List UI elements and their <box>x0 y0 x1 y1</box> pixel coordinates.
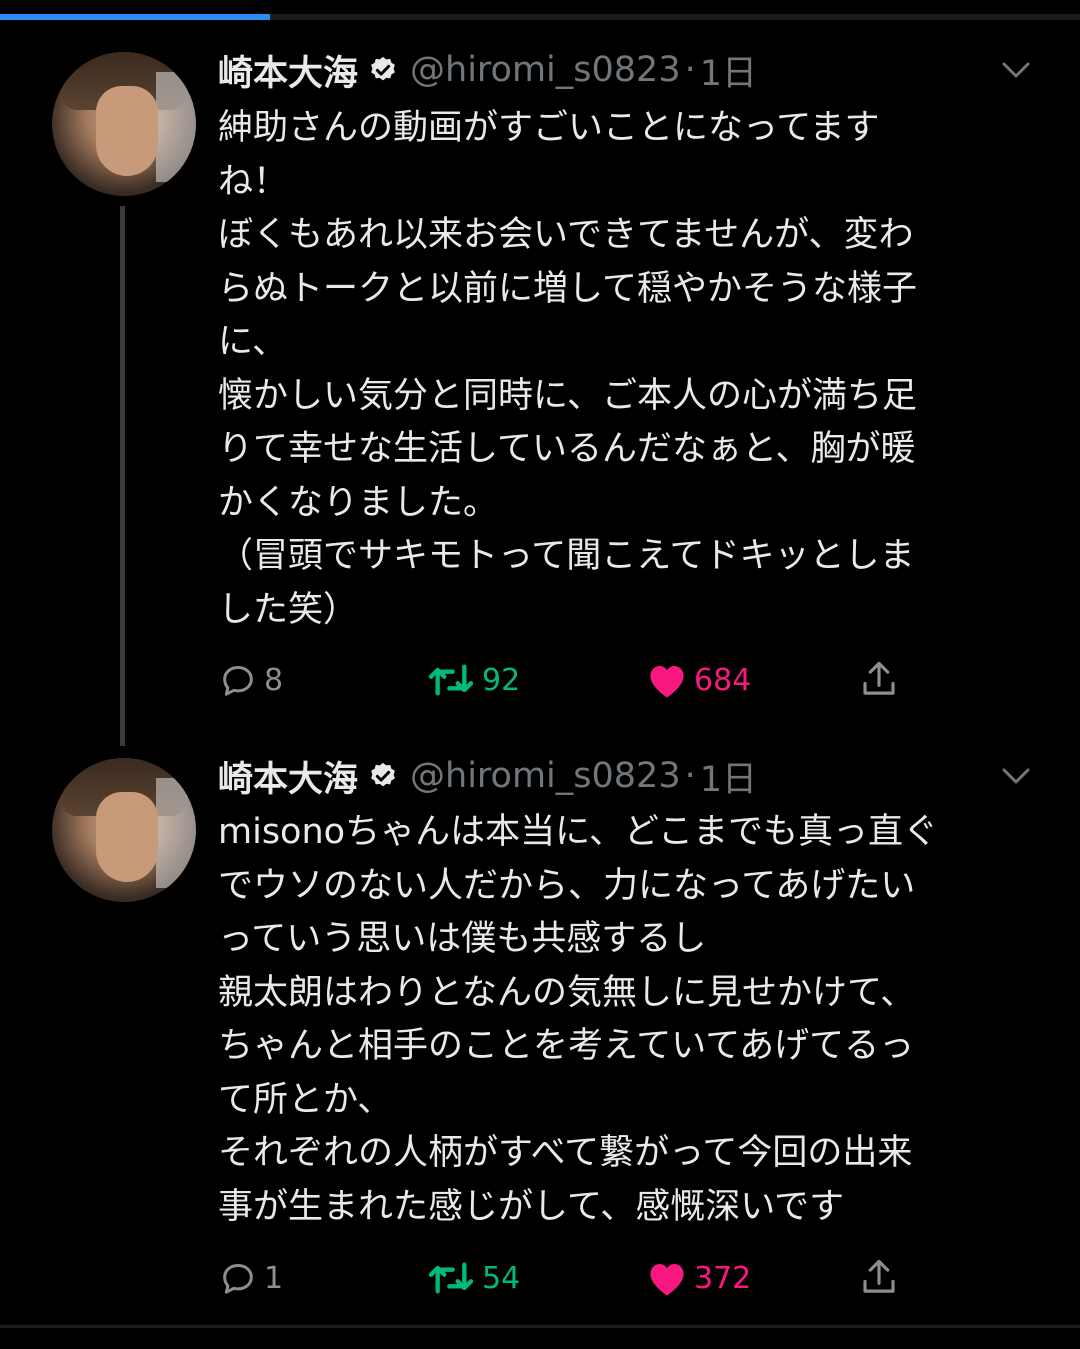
avatar[interactable] <box>52 52 196 196</box>
like-button[interactable]: 372 <box>646 1253 751 1303</box>
share-button[interactable] <box>858 655 900 705</box>
share-icon <box>863 1259 895 1293</box>
tweet-text-line: 親太朗はわりとなんの気無しに見せかけて、 <box>218 972 916 1013</box>
like-count: 372 <box>694 1260 752 1296</box>
separator-dot: · <box>684 50 696 90</box>
tweet-text-line: かくなりました。 <box>218 482 499 523</box>
tweet-actions: 1 54 372 <box>218 1253 918 1303</box>
tweet-text-line: っていう思いは僕も共感するし <box>218 919 707 959</box>
tweet-text-line: した笑） <box>218 589 359 630</box>
retweet-count: 54 <box>482 1260 521 1296</box>
chevron-down-icon[interactable] <box>1000 764 1032 788</box>
tweet-text-line: ぼくもあれ以来お会いできてませんが、変わ <box>218 215 914 255</box>
tweet-text: 紳助さんの動画がすごいことになってます ね！ ぼくもあれ以来お会いできてませんが… <box>218 102 1038 637</box>
reply-count: 8 <box>264 662 284 698</box>
tweet-text-line: でウソのない人だから、力になってあげたい <box>218 865 916 906</box>
tweet-text: misonoちゃんは本当に、どこまでも真っ直ぐ でウソのない人だから、力になって… <box>218 806 1038 1234</box>
tweet-text-line: りて幸せな生活しているんだなぁと、胸が暖 <box>218 429 916 469</box>
share-icon <box>863 661 895 695</box>
tweet-text-line: 事が生まれた感じがして、感慨深いです <box>218 1186 845 1227</box>
author-handle[interactable]: @hiromi_s0823 <box>410 50 681 90</box>
author-name[interactable]: 崎本大海 <box>218 45 358 96</box>
tweet-text-line: それぞれの人柄がすべて繋がって今回の出来 <box>218 1133 913 1173</box>
tweet-text-line: に、 <box>218 322 287 362</box>
retweet-icon <box>428 1262 474 1294</box>
retweet-button[interactable]: 92 <box>426 655 520 705</box>
reply-button[interactable]: 8 <box>218 655 283 705</box>
chevron-down-icon[interactable] <box>1000 58 1032 82</box>
reply-count: 1 <box>264 1260 284 1296</box>
like-count: 684 <box>694 662 752 698</box>
tweet-header: 崎本大海 @hiromi_s0823 · 1日 <box>218 751 757 801</box>
reply-button[interactable]: 1 <box>218 1253 283 1303</box>
thread-connector-line <box>120 206 125 746</box>
avatar[interactable] <box>52 758 196 902</box>
divider <box>0 1325 1080 1328</box>
separator-dot: · <box>684 756 696 796</box>
tweet-header: 崎本大海 @hiromi_s0823 · 1日 <box>218 45 757 95</box>
timestamp[interactable]: 1日 <box>700 751 757 802</box>
share-button[interactable] <box>858 1253 900 1303</box>
timestamp[interactable]: 1日 <box>700 45 757 96</box>
tweet-text-line: ね！ <box>218 161 289 202</box>
verified-icon <box>371 762 395 787</box>
tweet-actions: 8 92 684 <box>218 655 918 705</box>
tweet-text-line: 懐かしい気分と同時に、ご本人の心が満ち足 <box>218 375 917 416</box>
retweet-icon <box>428 664 474 696</box>
verified-icon <box>371 56 395 81</box>
tweet-text-line: （冒頭でサキモトって聞こえてドキッとしま <box>218 536 915 576</box>
tweet-text-line: ちゃんと相手のことを考えていてあげてるっ <box>218 1026 915 1066</box>
tweet-text-line: らぬトークと以前に増して穏やかそうな様子 <box>218 268 917 309</box>
tweet-text-line: て所とか、 <box>218 1079 393 1120</box>
story-progress-fill <box>0 14 270 20</box>
retweet-count: 92 <box>482 662 521 698</box>
heart-icon <box>650 666 684 698</box>
author-name[interactable]: 崎本大海 <box>218 751 358 802</box>
reply-icon <box>223 666 253 696</box>
tweet-text-line: misonoちゃんは本当に、どこまでも真っ直ぐ <box>218 812 938 852</box>
reply-icon <box>223 1264 253 1294</box>
tweet-text-line: 紳助さんの動画がすごいことになってます <box>218 108 880 148</box>
story-progress-bar <box>0 14 1080 20</box>
like-button[interactable]: 684 <box>646 655 751 705</box>
heart-icon <box>650 1264 684 1296</box>
retweet-button[interactable]: 54 <box>426 1253 520 1303</box>
author-handle[interactable]: @hiromi_s0823 <box>410 756 681 796</box>
